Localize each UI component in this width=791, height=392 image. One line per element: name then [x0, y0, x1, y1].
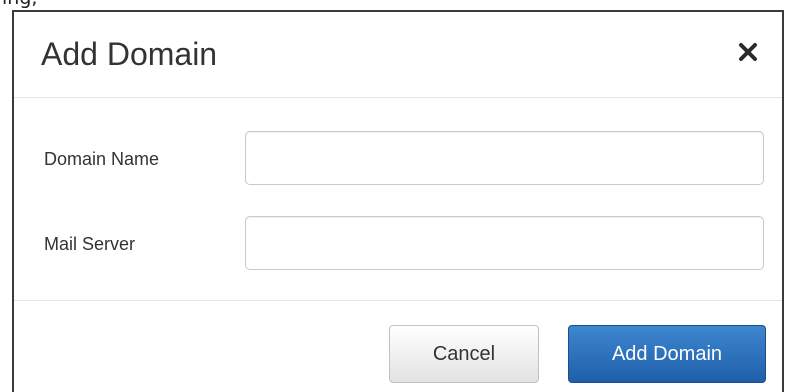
mail-server-input[interactable] [245, 216, 764, 270]
add-domain-dialog: Add Domain Domain Name Mail Server Cance… [12, 10, 784, 392]
dialog-title: Add Domain [41, 36, 218, 72]
dialog-body: Domain Name Mail Server [14, 98, 782, 300]
page: ing, Add Domain Domain Name Mail Server … [0, 0, 791, 392]
mail-server-row: Mail Server [14, 216, 782, 270]
domain-name-input[interactable] [245, 131, 764, 185]
domain-name-row: Domain Name [14, 131, 782, 185]
close-button[interactable] [736, 40, 760, 64]
dialog-header: Add Domain [14, 12, 782, 98]
background-text-fragment: ing, [2, 0, 37, 9]
cancel-button[interactable]: Cancel [389, 325, 539, 383]
add-domain-button[interactable]: Add Domain [568, 325, 766, 383]
mail-server-label: Mail Server [44, 234, 136, 254]
dialog-footer: Cancel Add Domain [14, 300, 782, 392]
domain-name-label: Domain Name [44, 149, 160, 169]
close-icon [739, 43, 757, 61]
